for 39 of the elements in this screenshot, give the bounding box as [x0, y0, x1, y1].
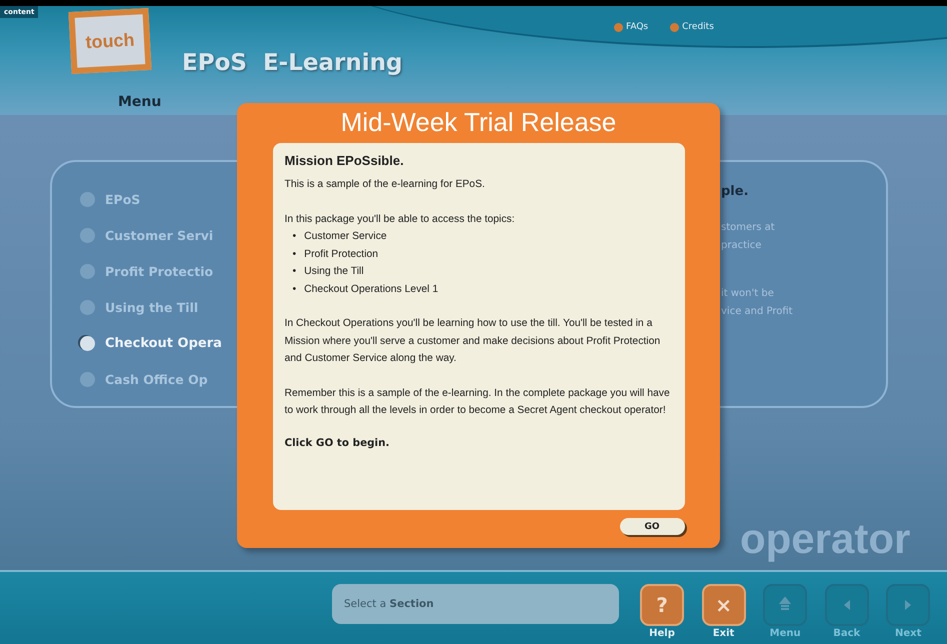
- top-link[interactable]: Credits: [670, 22, 714, 32]
- topic-item: Customer Service: [304, 231, 387, 242]
- button-label: Next: [895, 628, 922, 639]
- bullet-icon: •: [292, 284, 296, 294]
- bullet-icon: •: [292, 266, 296, 277]
- description-text: stomers at: [721, 221, 776, 235]
- touch-logo: touch: [68, 8, 152, 74]
- description-heading: ple.: [721, 184, 750, 199]
- topics-intro: In this package you'll be able to access the topics:: [284, 212, 516, 226]
- button-label: Menu: [770, 628, 801, 639]
- button-label: Exit: [712, 628, 734, 639]
- topic-item: Using the Till: [304, 266, 364, 277]
- button-label: Help: [649, 628, 675, 639]
- paragraph: In Checkout Operations you'll be learning how to use the till. You'll be tested in a Mission where you'll serve a customer and make decisions about Profit Protection and Customer Service along the way.: [284, 317, 662, 366]
- paragraph: Remember this is a sample of the e-learning. In the complete package you will have to work through all the levels in order to become a Secret Agent checkout operator!: [284, 386, 671, 418]
- topic-item: Checkout Operations Level 1: [304, 284, 438, 294]
- topic-item: Profit Protection: [304, 248, 378, 260]
- dialog-title: Mid-Week Trial Release: [340, 107, 616, 139]
- background-word: operator: [740, 515, 910, 563]
- bullet-icon: •: [292, 231, 296, 242]
- intro-text: This is a sample of the e-learning for EPoS.: [284, 178, 486, 192]
- menu-heading: Menu: [118, 94, 162, 110]
- call-to-action: Click GO to begin.: [284, 436, 390, 448]
- description-text: vice and Profit: [721, 305, 793, 319]
- status-field: Select a Section: [332, 584, 620, 624]
- upload-icon: [778, 597, 792, 613]
- right-arrow-icon: [903, 599, 914, 611]
- app-title: EPoS E-Learning: [182, 50, 404, 78]
- top-link[interactable]: FAQs: [614, 22, 648, 32]
- dialog-heading: Mission EPoSsible.: [284, 153, 405, 168]
- left-arrow-icon: [842, 599, 852, 611]
- bullet-icon: •: [292, 248, 296, 260]
- description-text: practice: [721, 239, 762, 253]
- help-button[interactable]: ?: [640, 584, 684, 626]
- go-button[interactable]: GO: [620, 518, 684, 535]
- menu-item[interactable]: Checkout Opera: [80, 332, 240, 354]
- exit-button[interactable]: ×: [702, 584, 746, 626]
- button-label: Back: [833, 628, 860, 639]
- description-text: it won't be: [721, 287, 775, 301]
